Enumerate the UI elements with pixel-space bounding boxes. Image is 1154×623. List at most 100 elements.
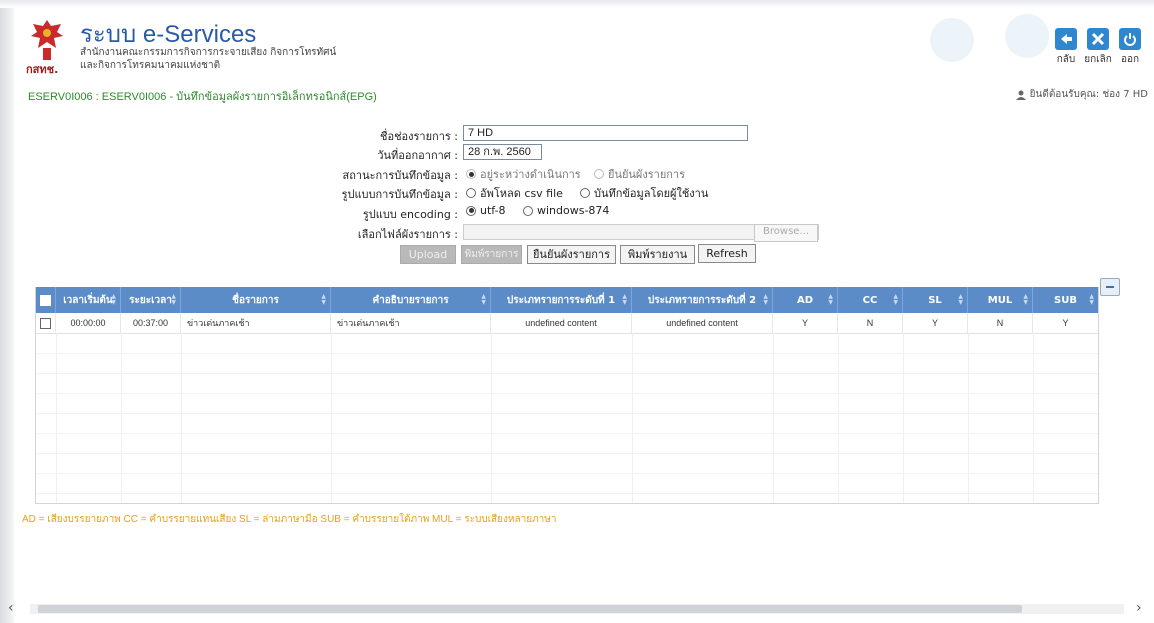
col-sl[interactable]: SL ▲ ▼ [903, 287, 968, 313]
sort-icon: ▲ ▼ [111, 293, 116, 306]
col-sl-label: SL [928, 294, 942, 306]
mode-option1-label: อัพโหลด csv file [480, 187, 563, 200]
sort-icon: ▲ ▼ [958, 293, 963, 306]
grid-line [36, 493, 1098, 494]
col-cc[interactable]: CC ▲ ▼ [838, 287, 903, 313]
status-in-progress-radio[interactable]: อยู่ระหว่างดำเนินการ [466, 165, 581, 183]
cell-category-2: undefined content [632, 313, 773, 333]
col-duration[interactable]: ระยะเวลา ▲ ▼ [121, 287, 181, 313]
close-icon [1091, 32, 1105, 46]
back-button[interactable]: กลับ [1052, 28, 1080, 67]
col-ad-label: AD [796, 294, 814, 306]
encoding-utf8-radio[interactable]: utf-8 [466, 204, 506, 217]
garuda-logo-icon [31, 20, 63, 60]
upload-button[interactable]: Upload [400, 245, 456, 264]
grid-line [56, 333, 57, 503]
refresh-button[interactable]: Refresh [698, 244, 756, 263]
mode-user-entry-radio[interactable]: บันทึกข้อมูลโดยผู้ใช้งาน [580, 184, 708, 202]
legend-text: AD = เสียงบรรยายภาพ CC = คำบรรยายแทนเสีย… [22, 514, 557, 525]
grid-line [632, 333, 633, 503]
grid-line [36, 433, 1098, 434]
grid-line [181, 333, 182, 503]
status-option1-label: อยู่ระหว่างดำเนินการ [480, 168, 581, 181]
window-left-shade [0, 0, 14, 623]
record-mode-label: รูปแบบการบันทึกข้อมูล : [341, 188, 458, 201]
channel-name-field[interactable]: 7 HD [463, 125, 748, 141]
cell-category-1: undefined content [491, 313, 632, 333]
epg-table: เวลาเริ่มต้น ▲ ▼ ระยะเวลา ▲ ▼ ชื่อรายการ ▲ ▼ ค… [35, 287, 1099, 504]
print-programs-button[interactable]: พิมพ์รายการ [461, 245, 522, 264]
mode-option2-label: บันทึกข้อมูลโดยผู้ใช้งาน [594, 187, 709, 200]
col-program-name[interactable]: ชื่อรายการ ▲ ▼ [181, 287, 331, 313]
welcome-text: ยินดีต้อนรับคุณ: ช่อง 7 HD [1029, 89, 1148, 100]
organization-name-line2: และกิจการโทรคมนาคมแห่งชาติ [80, 60, 221, 71]
grid-line [773, 333, 774, 503]
scroll-right-icon[interactable]: › [1136, 600, 1142, 616]
mode-upload-csv-radio[interactable]: อัพโหลด csv file [466, 184, 563, 202]
cell-cc: N [838, 313, 903, 333]
col-duration-label: ระยะเวลา [129, 294, 172, 306]
cell-sub: Y [1062, 318, 1069, 328]
arrow-left-icon [1061, 34, 1072, 44]
grid-line [838, 333, 839, 503]
col-category-1[interactable]: ประเภทรายการระดับที่ 1 ▲ ▼ [491, 287, 632, 313]
grid-line [121, 333, 122, 503]
radio-empty-icon [466, 188, 476, 198]
sort-icon: ▲ ▼ [1023, 293, 1028, 306]
grid-line [1033, 333, 1034, 503]
sort-icon: ▲ ▼ [171, 293, 176, 306]
grid-line [36, 413, 1098, 414]
status-confirmed-radio[interactable]: ยืนยันผังรายการ [594, 165, 685, 183]
radio-empty-icon [594, 169, 604, 179]
grid-line [331, 333, 332, 503]
browse-button[interactable]: Browse... [754, 224, 818, 242]
radio-empty-icon [580, 188, 590, 198]
air-date-field[interactable]: 28 ก.พ. 2560 [463, 144, 542, 160]
cell-sl: Y [903, 313, 968, 333]
confirm-programs-button[interactable]: ยืนยันผังรายการ [527, 245, 616, 264]
select-all-checkbox[interactable] [36, 287, 56, 313]
col-ad[interactable]: AD ▲ ▼ [773, 287, 838, 313]
scrollbar-thumb[interactable] [38, 605, 1022, 613]
scroll-left-icon[interactable]: ‹ [8, 600, 14, 616]
status-label: สถานะการบันทึกข้อมูล : [342, 169, 458, 182]
table-row[interactable]: 00:00:00 00:37:00 ข่าวเด่นภาคเช้า ข่าวเด… [36, 313, 1098, 334]
col-program-name-label: ชื่อรายการ [232, 294, 279, 306]
col-sub[interactable]: SUB ▲ ▼ [1033, 287, 1098, 313]
minus-icon [1106, 286, 1114, 288]
logout-button[interactable]: ออก [1116, 28, 1144, 67]
col-category-2-label: ประเภทรายการระดับที่ 2 [647, 294, 757, 306]
grid-line [968, 333, 969, 503]
logo-text: กสทช. [26, 63, 59, 76]
welcome-area: ยินดีต้อนรับคุณ: ช่อง 7 HD [1015, 87, 1148, 102]
screen-title: ESERV0I006 : ESERV0I006 - บันทึกข้อมูลผั… [28, 91, 377, 103]
grid-line [36, 353, 1098, 354]
collapse-grid-button[interactable] [1100, 278, 1120, 296]
sort-icon: ▲ ▼ [622, 293, 627, 306]
cell-start-time: 00:00:00 [56, 313, 121, 333]
radio-selected-icon [466, 169, 476, 179]
cell-ad: Y [773, 313, 838, 333]
radio-empty-icon [523, 205, 533, 216]
print-report-button[interactable]: พิมพ์รายงาน [620, 245, 695, 264]
col-description-label: คำอธิบายรายการ [372, 294, 449, 306]
col-category-2[interactable]: ประเภทรายการระดับที่ 2 ▲ ▼ [632, 287, 773, 313]
row-checkbox[interactable] [36, 313, 56, 333]
radio-selected-icon [466, 205, 476, 216]
col-mul[interactable]: MUL ▲ ▼ [968, 287, 1033, 313]
cell-mul: N [968, 313, 1033, 333]
sort-icon: ▲ ▼ [763, 293, 768, 306]
encoding-windows874-radio[interactable]: windows-874 [523, 204, 609, 217]
file-path-field[interactable]: Browse... [463, 224, 819, 242]
grid-line [491, 333, 492, 503]
cancel-button[interactable]: ยกเลิก [1084, 28, 1112, 67]
col-start-time[interactable]: เวลาเริ่มต้น ▲ ▼ [56, 287, 121, 313]
sort-icon: ▲ ▼ [1089, 293, 1094, 306]
grid-line [36, 373, 1098, 374]
col-mul-label: MUL [987, 294, 1013, 306]
encoding-option1-label: utf-8 [480, 204, 506, 217]
sort-icon: ▲ ▼ [828, 293, 833, 306]
window-top-shade [0, 0, 1154, 8]
cell-program-name: ข่าวเด่นภาคเช้า [181, 313, 331, 333]
col-description[interactable]: คำอธิบายรายการ ▲ ▼ [331, 287, 491, 313]
